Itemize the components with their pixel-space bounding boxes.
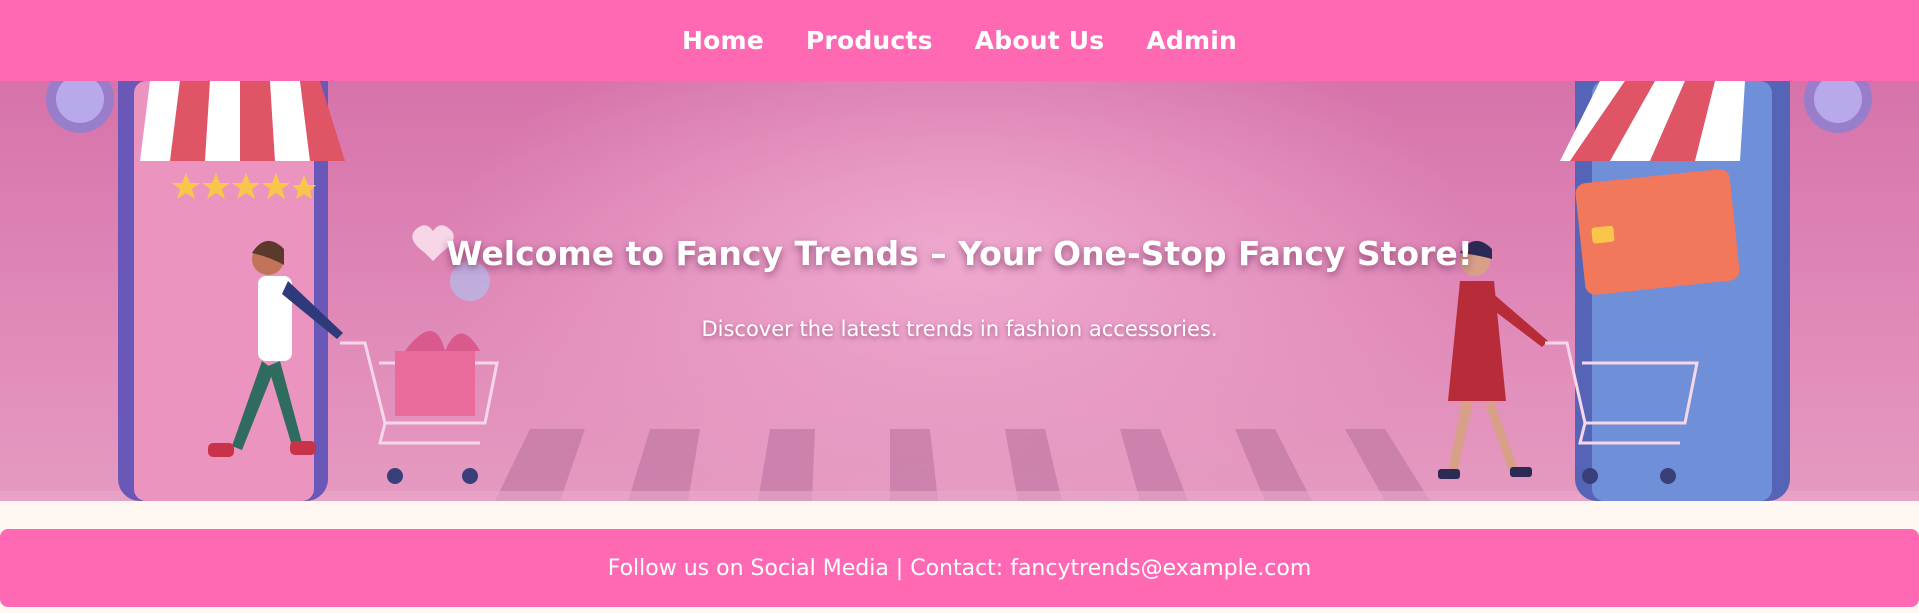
top-navbar: Home Products About Us Admin [0,0,1919,81]
hero-title: Welcome to Fancy Trends – Your One-Stop … [446,234,1473,273]
left-phone-storefront [46,81,499,501]
right-shopper [1438,240,1548,479]
left-awning [140,81,345,161]
nav-link-home[interactable]: Home [682,26,764,55]
crosswalk-stripes [495,429,1430,501]
nav-link-about-us[interactable]: About Us [975,26,1105,55]
footer-text: Follow us on Social Media | Contact: fan… [607,555,1312,581]
nav-link-products[interactable]: Products [806,26,933,55]
nav-link-admin[interactable]: Admin [1146,26,1237,55]
footer: Follow us on Social Media | Contact: fan… [0,529,1919,607]
hero-banner: Welcome to Fancy Trends – Your One-Stop … [0,81,1919,501]
hero-subtitle: Discover the latest trends in fashion ac… [701,317,1218,341]
right-phone-storefront [1438,81,1872,501]
credit-card [1575,169,1740,295]
hero-illustration [0,81,1919,501]
